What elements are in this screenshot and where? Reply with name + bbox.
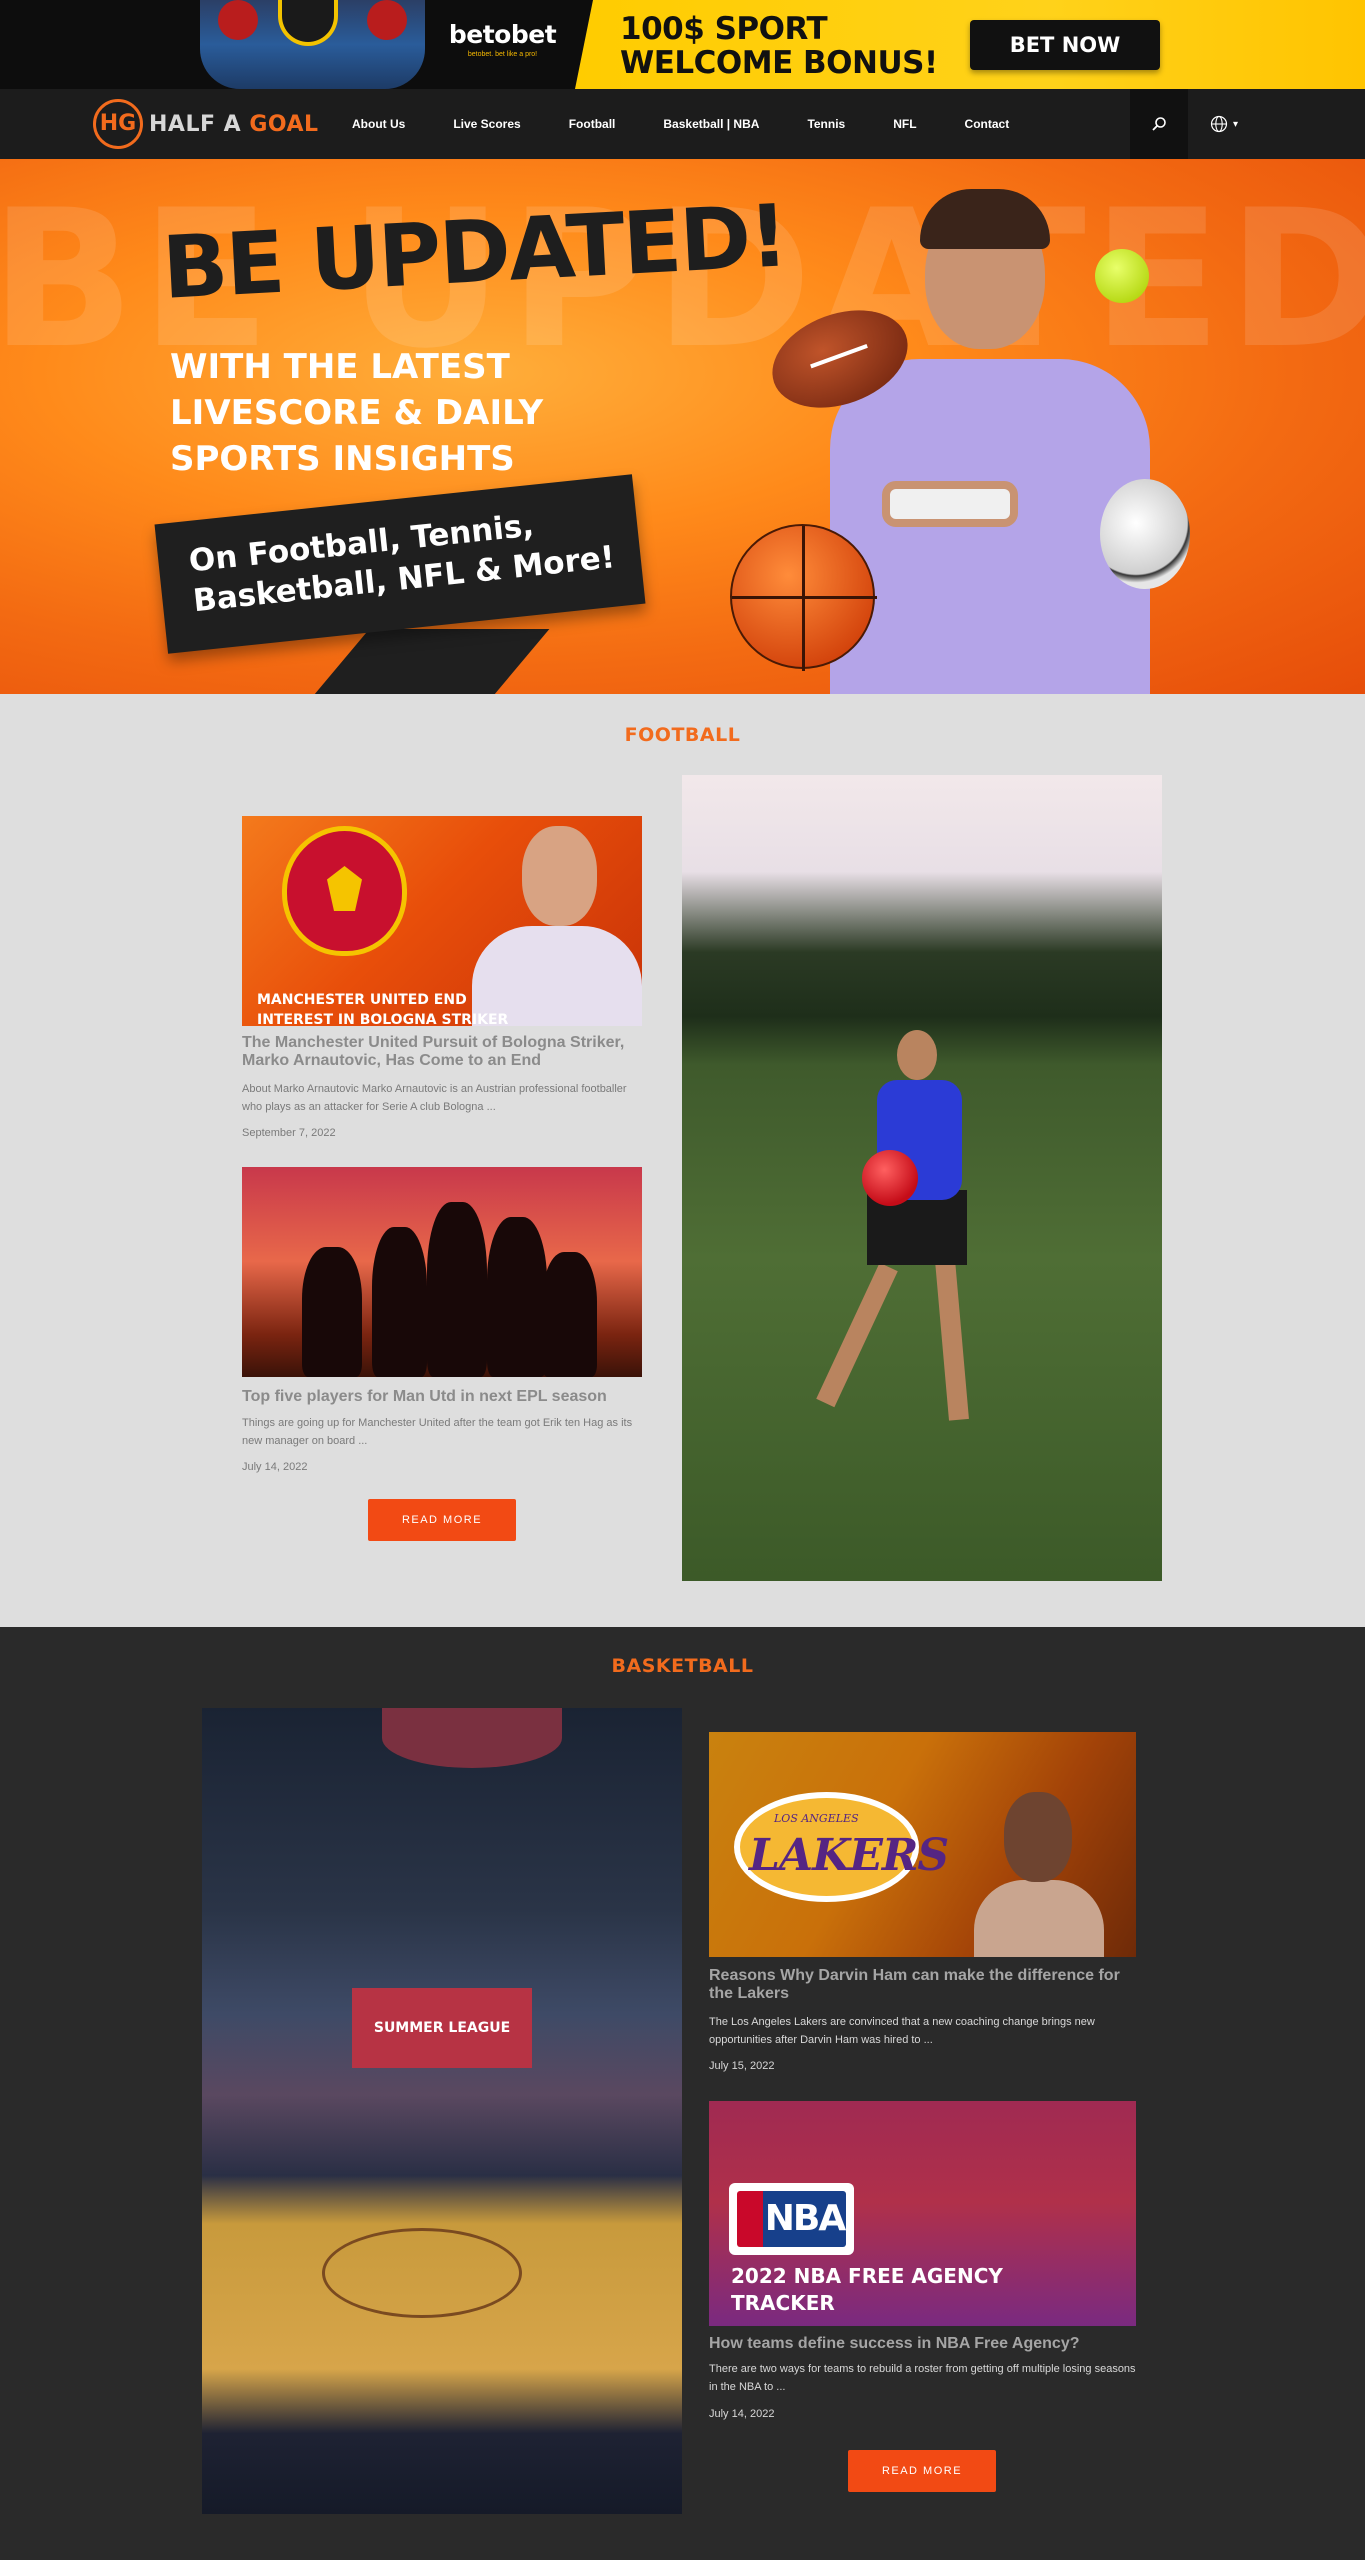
nav-link-about-us[interactable]: About Us: [328, 117, 429, 131]
ad-headline-line1: 100$ SPORT: [620, 11, 828, 47]
article-date: September 7, 2022: [242, 1127, 336, 1139]
article-date: July 14, 2022: [242, 1461, 308, 1473]
article-image-caption: MANCHESTER UNITED END INTEREST IN BOLOGN…: [257, 990, 557, 1026]
lakers-logo-top-text: LOS ANGELES: [774, 1812, 859, 1825]
image-caption-line2: INTEREST IN BOLOGNA STRIKER: [257, 1012, 509, 1026]
article-image-caption: 2022 NBA FREE AGENCY TRACKER: [731, 2263, 1031, 2317]
coach-photo: [974, 1792, 1104, 1957]
hero-banner: BE UPDATED! BE UPDATED! WITH THE LATEST …: [0, 159, 1365, 694]
logo-mark: HG: [93, 99, 143, 149]
article-excerpt: Things are going up for Manchester Unite…: [242, 1417, 633, 1447]
article-title[interactable]: Reasons Why Darvin Ham can make the diff…: [709, 1967, 1136, 2003]
hero-subtitle-line1: WITH THE LATEST: [170, 347, 510, 387]
article-image-lakers[interactable]: LOS ANGELES LAKERS: [709, 1732, 1136, 1957]
image-caption-line2: TRACKER: [731, 2291, 835, 2315]
basketball-section: BASKETBALL SUMMER LEAGUE LOS ANGELES LAK…: [0, 1627, 1365, 2560]
nav-link-nfl[interactable]: NFL: [869, 117, 940, 131]
basketball-section-title: BASKETBALL: [611, 1655, 754, 1677]
summer-league-banner: SUMMER LEAGUE: [352, 1988, 532, 2068]
logo-text-2: GOAL: [249, 111, 319, 137]
logo-wordmark: HALF A GOAL: [149, 112, 319, 137]
article-date: July 14, 2022: [709, 2408, 775, 2420]
lakers-logo-text: LAKERS: [749, 1830, 949, 1881]
ad-brand-logo: betobet: [448, 20, 557, 49]
nav-link-live-scores[interactable]: Live Scores: [429, 117, 544, 131]
hero-subtitle-line2: LIVESCORE & DAILY: [170, 393, 544, 433]
nba-logo-icon: NBA: [729, 2183, 854, 2255]
hero-subtitle-line3: SPORTS INSIGHTS: [170, 439, 515, 479]
site-logo[interactable]: HG HALF A GOAL: [93, 99, 319, 149]
basketball-read-more-button[interactable]: READ MORE: [848, 2450, 996, 2492]
article-excerpt: There are two ways for teams to rebuild …: [709, 2363, 1136, 2393]
ad-headline-line2: WELCOME BONUS!: [620, 45, 938, 81]
article-title[interactable]: The Manchester United Pursuit of Bologna…: [242, 1034, 642, 1070]
hero-stripe: [310, 629, 550, 694]
search-icon: [1152, 117, 1166, 131]
scoreboard: [382, 1708, 562, 1768]
basketball-icon: [730, 524, 877, 671]
court-marking: [322, 2228, 522, 2318]
image-caption-line1: 2022 NBA FREE AGENCY: [731, 2264, 1003, 2288]
football-ball-icon: [862, 1150, 918, 1206]
article-excerpt: The Los Angeles Lakers are convinced tha…: [709, 2016, 1095, 2046]
ad-brand-tagline: betobet. bet like a pro!: [467, 51, 538, 58]
football-section-title: FOOTBALL: [624, 724, 741, 746]
article-title[interactable]: Top five players for Man Utd in next EPL…: [242, 1388, 642, 1406]
ad-brand: betobet betobet. bet like a pro!: [430, 20, 575, 58]
nav-links: About Us Live Scores Football Basketball…: [328, 89, 1033, 159]
tennis-ball-icon: [1095, 249, 1149, 303]
chevron-down-icon: ▾: [1233, 118, 1239, 130]
football-section: FOOTBALL MANCHESTER UNITED END INTEREST …: [0, 694, 1365, 1627]
language-selector[interactable]: ▾: [1210, 114, 1250, 134]
hero-subtitle: WITH THE LATEST LIVESCORE & DAILY SPORTS…: [170, 344, 590, 482]
article-image-players-silhouette[interactable]: [242, 1167, 642, 1377]
nba-logo-text: NBA: [763, 2191, 846, 2247]
ad-headline: 100$ SPORT WELCOME BONUS!: [620, 12, 938, 80]
article-image-nba-free-agency[interactable]: NBA 2022 NBA FREE AGENCY TRACKER: [709, 2101, 1136, 2326]
nav-link-contact[interactable]: Contact: [941, 117, 1034, 131]
manchester-united-crest-icon: [282, 826, 407, 956]
nav-link-football[interactable]: Football: [545, 117, 640, 131]
football-read-more-button[interactable]: READ MORE: [368, 1499, 516, 1541]
ad-player-image: [200, 0, 425, 89]
nav-link-basketball-nba[interactable]: Basketball | NBA: [639, 117, 783, 131]
player-juggling-ball: [816, 1030, 997, 1450]
basketball-feature-image[interactable]: SUMMER LEAGUE: [202, 1708, 682, 2514]
logo-text-1: HALF A: [149, 111, 242, 137]
image-caption-line1: MANCHESTER UNITED END: [257, 992, 467, 1008]
search-button[interactable]: [1130, 89, 1188, 159]
ad-banner[interactable]: betobet betobet. bet like a pro! 100$ SP…: [0, 0, 1365, 89]
article-excerpt: About Marko Arnautovic Marko Arnautovic …: [242, 1083, 627, 1113]
globe-icon: [1210, 115, 1228, 133]
main-navbar: HG HALF A GOAL About Us Live Scores Foot…: [0, 89, 1365, 159]
article-title[interactable]: How teams define success in NBA Free Age…: [709, 2335, 1136, 2353]
nav-link-tennis[interactable]: Tennis: [783, 117, 869, 131]
article-image-man-utd-bologna[interactable]: MANCHESTER UNITED END INTEREST IN BOLOGN…: [242, 816, 642, 1026]
soccer-ball-icon: [1100, 479, 1190, 589]
bet-now-button[interactable]: BET NOW: [970, 20, 1160, 70]
article-date: July 15, 2022: [709, 2060, 775, 2072]
football-feature-image[interactable]: [682, 775, 1162, 1581]
